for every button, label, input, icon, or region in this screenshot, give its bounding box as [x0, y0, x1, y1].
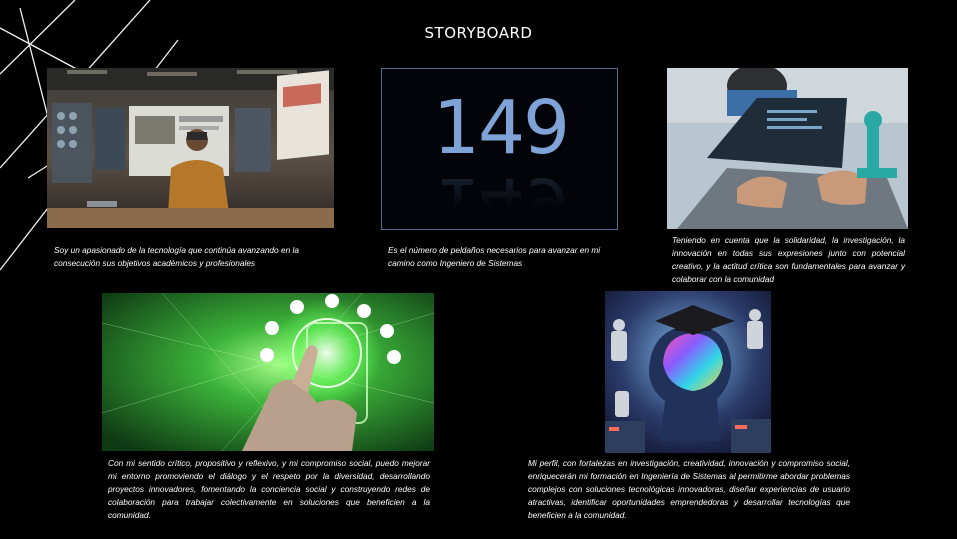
number-149-reflection: 149: [432, 161, 569, 230]
caption-5: Mi perfil, con fortalezas en investigaci…: [528, 458, 850, 520]
green-eco-hand-icons-photo: [102, 293, 434, 451]
hands-laptop-robotics-photo: [667, 68, 908, 229]
caption-2: Es el número de peldaños necesarios para…: [388, 245, 601, 268]
caption-1: Soy un apasionado de la tecnología que c…: [54, 245, 299, 268]
page-title: STORYBOARD: [424, 24, 533, 42]
number-149-panel: 149 149: [381, 68, 618, 230]
number-149: 149: [432, 85, 570, 171]
caption-3: Teniendo en cuenta que la solidaridad, l…: [672, 235, 905, 284]
caption-4: Con mi sentido crítico, propositivo y re…: [108, 458, 430, 520]
vr-workspace-photo: [47, 68, 334, 228]
graduate-head-robots-art: [605, 291, 771, 453]
